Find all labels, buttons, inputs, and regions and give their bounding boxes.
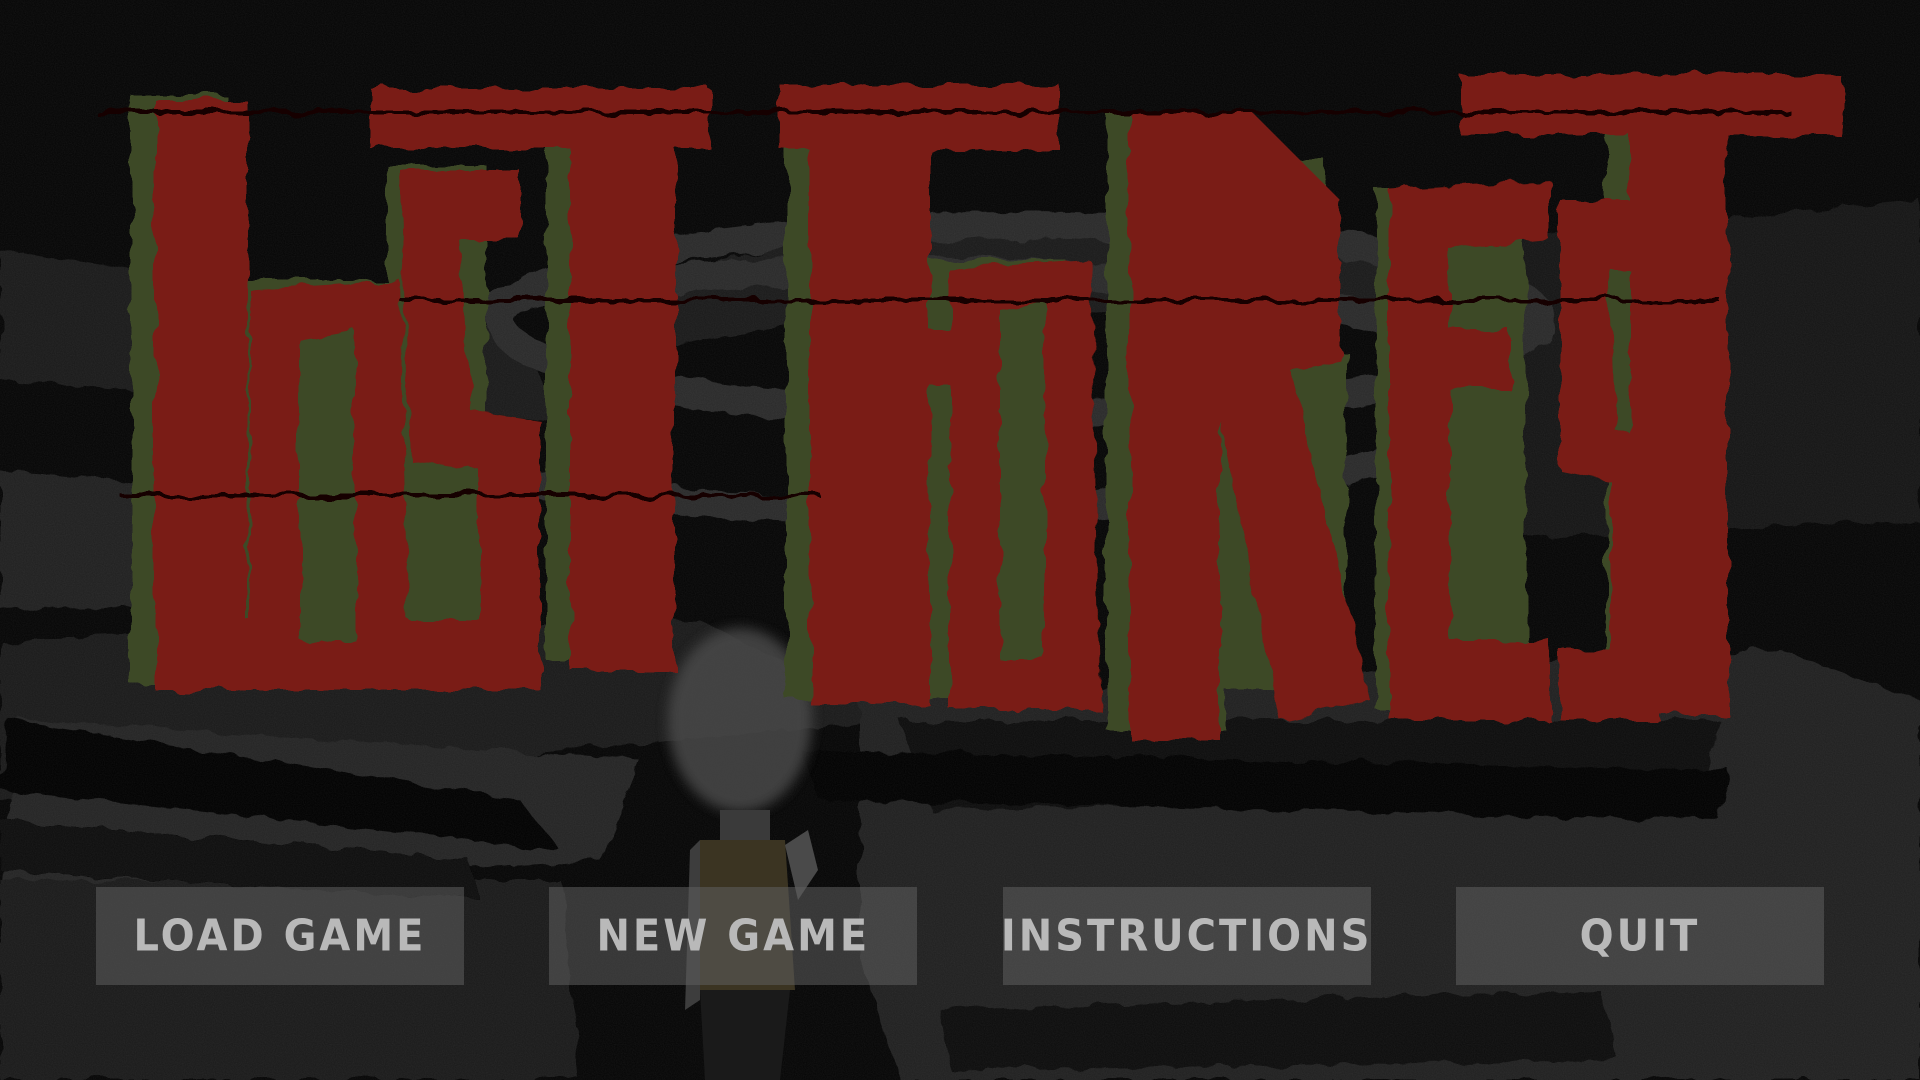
quit-label: QUIT	[1579, 910, 1701, 962]
load-game-button[interactable]: LOAD GAME	[96, 887, 464, 985]
instructions-button[interactable]: INSTRUCTIONS	[1000, 887, 1373, 985]
new-game-label: NEW GAME	[596, 910, 871, 962]
main-menu: LOAD GAME NEW GAME INSTRUCTIONS QUIT	[96, 887, 1824, 985]
new-game-button[interactable]: NEW GAME	[549, 887, 918, 985]
instructions-label: INSTRUCTIONS	[1000, 910, 1373, 962]
title-screen: LOST FOREST LOAD GAME NEW GAME INSTRUCTI…	[0, 0, 1920, 1080]
load-game-label: LOAD GAME	[133, 910, 427, 962]
quit-button[interactable]: QUIT	[1455, 887, 1824, 985]
